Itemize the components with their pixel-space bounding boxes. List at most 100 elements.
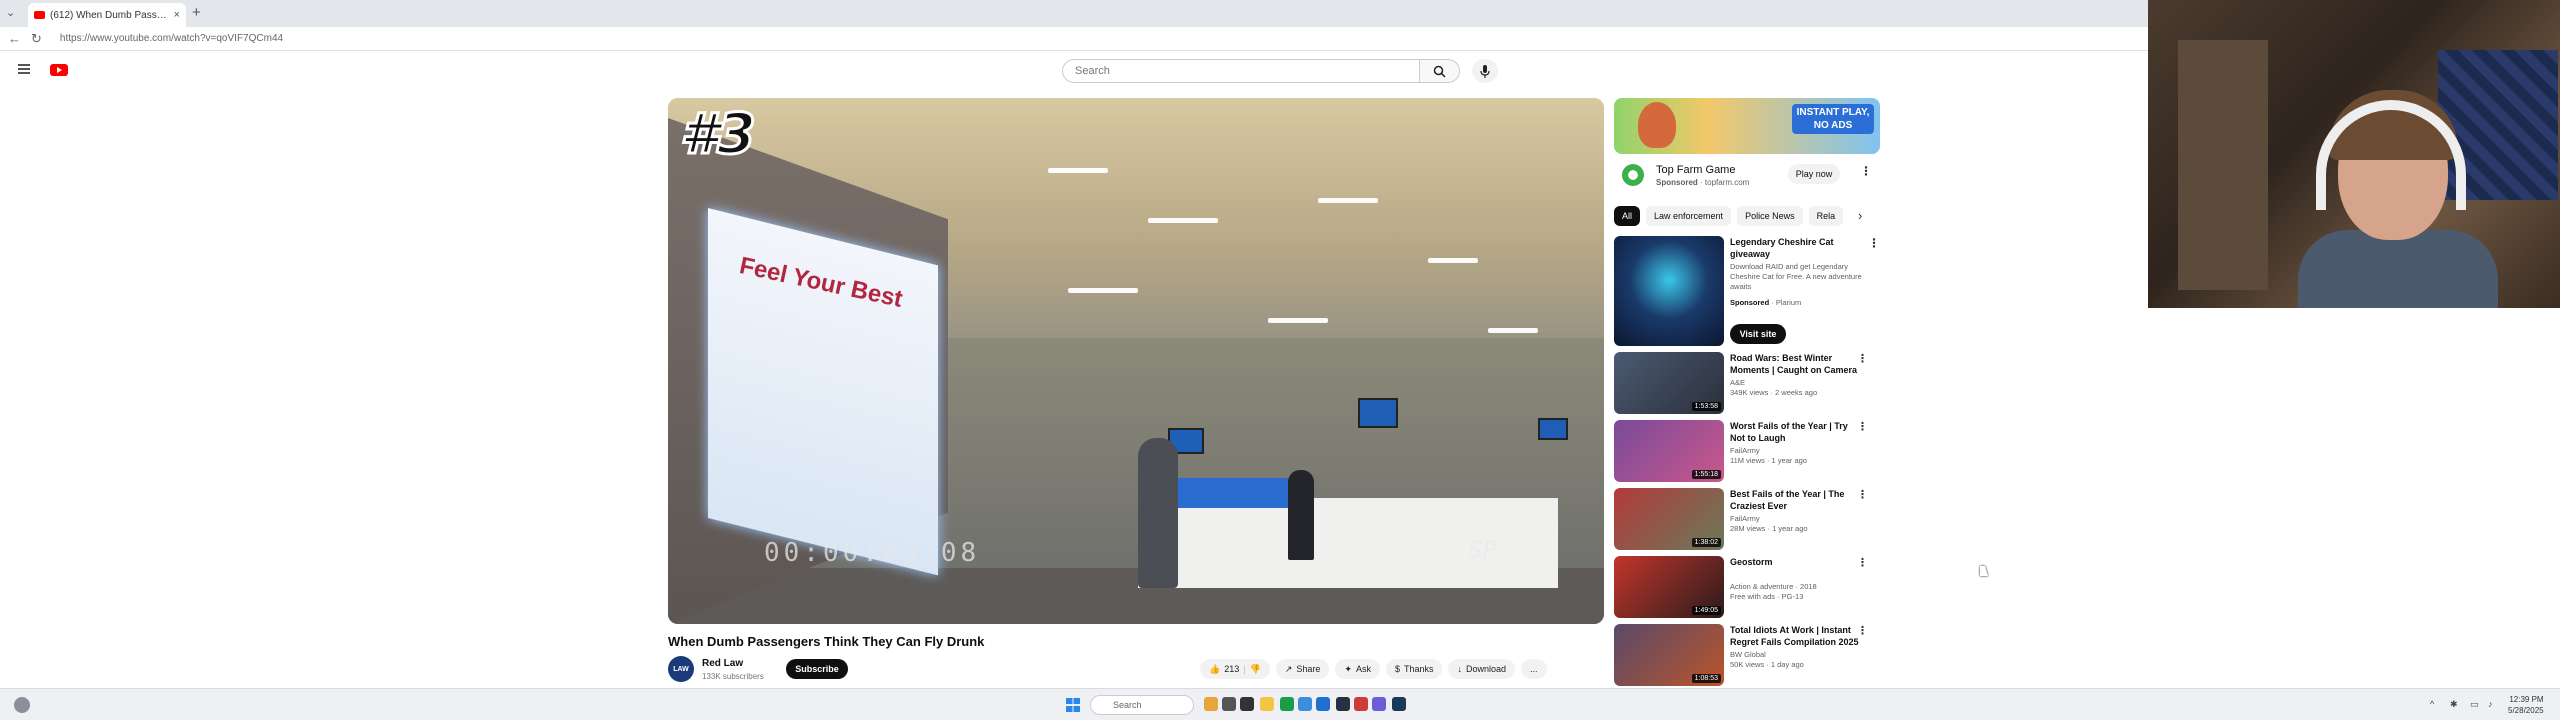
- ad-title[interactable]: Top Farm Game: [1656, 164, 1735, 176]
- filter-chips: All Law enforcement Police News Rela: [1614, 206, 1844, 226]
- recommendation-thumbnail[interactable]: 1:55:18: [1614, 420, 1724, 482]
- recommendation-more-icon[interactable]: ⋮: [1857, 420, 1868, 433]
- windows-start-icon[interactable]: [1066, 698, 1080, 712]
- video-player[interactable]: Feel Your Best #3 00:00:03:08 SP: [668, 98, 1604, 624]
- play-now-button[interactable]: Play now: [1788, 164, 1840, 184]
- video-duration: 1:38:02: [1691, 538, 1721, 547]
- video-frame-person: [1138, 438, 1178, 588]
- video-actions: 👍 213 | 👎 ↗ Share ✦ Ask $ Thanks ↓ Downl…: [1200, 659, 1547, 679]
- taskbar-search-input[interactable]: Search: [1090, 695, 1194, 715]
- video-frame-counter-panel: [1168, 478, 1288, 508]
- back-arrow-icon[interactable]: ←: [8, 31, 21, 46]
- recommendation-title[interactable]: Road Wars: Best Winter Moments | Caught …: [1730, 352, 1864, 376]
- channel-name[interactable]: Red Law: [702, 658, 743, 669]
- ad-more-icon[interactable]: ⋮: [1860, 164, 1872, 178]
- ad-promo-text: INSTANT PLAY, NO ADS: [1792, 104, 1874, 134]
- tab-close-icon[interactable]: ×: [174, 9, 180, 21]
- recommendation-title[interactable]: Best Fails of the Year | The Craziest Ev…: [1730, 488, 1864, 512]
- recommendation-item[interactable]: 1:53:58 Road Wars: Best Winter Moments |…: [1614, 352, 1884, 418]
- recommendation-item[interactable]: 1:38:02 Best Fails of the Year | The Cra…: [1614, 488, 1884, 554]
- task-view-icon[interactable]: [1222, 697, 1236, 711]
- like-count: 213: [1224, 664, 1240, 674]
- discord-app-icon[interactable]: [1372, 697, 1386, 711]
- search-button[interactable]: [1420, 59, 1460, 83]
- recommendation-thumbnail[interactable]: 1:49:05: [1614, 556, 1724, 618]
- webcam-person-body: [2298, 230, 2498, 308]
- ad-sponsor-line: Sponsored · topfarm.com: [1656, 178, 1750, 187]
- edge-browser-icon[interactable]: [1298, 697, 1312, 711]
- file-explorer-icon[interactable]: [1240, 697, 1254, 711]
- ad-app-icon[interactable]: [1622, 164, 1644, 186]
- thanks-button[interactable]: $ Thanks: [1385, 659, 1443, 679]
- steam-app-icon[interactable]: [1392, 697, 1406, 711]
- spotify-icon[interactable]: [1280, 697, 1294, 711]
- sponsored-title[interactable]: Legendary Cheshire Cat giveaway: [1730, 236, 1864, 260]
- thumbs-down-icon[interactable]: 👎: [1250, 664, 1261, 675]
- sponsored-description: Download RAID and get Legendary Cheshire…: [1730, 262, 1862, 291]
- sponsored-more-icon[interactable]: ⋮: [1868, 236, 1880, 250]
- recommendation-title[interactable]: Geostorm: [1730, 556, 1864, 568]
- recommendation-item[interactable]: 1:49:05 Geostorm Action & adventure · 20…: [1614, 556, 1884, 622]
- search-input[interactable]: Search: [1062, 59, 1420, 83]
- recommendation-thumbnail[interactable]: 1:38:02: [1614, 488, 1724, 550]
- weather-icon[interactable]: [14, 697, 30, 713]
- mouse-cursor-icon: [1980, 566, 1988, 576]
- tab-list-icon[interactable]: ⌄: [6, 6, 15, 19]
- url-field[interactable]: https://www.youtube.com/watch?v=qoVIF7QC…: [60, 33, 283, 44]
- ask-button[interactable]: ✦ Ask: [1335, 659, 1380, 679]
- chip-related[interactable]: Rela: [1808, 206, 1844, 226]
- recommendation-more-icon[interactable]: ⋮: [1857, 556, 1868, 569]
- ad-character-image: [1638, 102, 1676, 148]
- browser-tab[interactable]: (612) When Dumb Passengers Think They Ca…: [28, 3, 186, 27]
- video-duration: 1:08:53: [1691, 674, 1721, 683]
- recommendation-channel[interactable]: BW Global: [1730, 650, 1766, 659]
- store-app-icon[interactable]: [1336, 697, 1350, 711]
- like-button[interactable]: 👍 213 | 👎: [1200, 659, 1270, 679]
- recommendation-channel[interactable]: FailArmy: [1730, 446, 1760, 455]
- bluetooth-icon[interactable]: ✱: [2450, 699, 2458, 710]
- folder-icon[interactable]: [1260, 697, 1274, 711]
- visit-site-button[interactable]: Visit site: [1730, 324, 1786, 344]
- recommendation-thumbnail[interactable]: 1:08:53: [1614, 624, 1724, 686]
- download-button[interactable]: ↓ Download: [1448, 659, 1516, 679]
- recommendation-more-icon[interactable]: ⋮: [1857, 352, 1868, 365]
- share-button[interactable]: ↗ Share: [1275, 659, 1330, 679]
- recommendation-item[interactable]: 1:08:53 Total Idiots At Work | Instant R…: [1614, 624, 1884, 690]
- tab-title: (612) When Dumb Passengers Think They Ca…: [50, 9, 169, 21]
- search-icon: [1433, 65, 1446, 78]
- ad-banner-image[interactable]: INSTANT PLAY, NO ADS: [1614, 98, 1880, 154]
- sponsored-recommendation[interactable]: Legendary Cheshire Cat giveaway Download…: [1614, 236, 1884, 348]
- recommendation-channel[interactable]: FailArmy: [1730, 514, 1760, 523]
- youtube-logo-icon[interactable]: [50, 64, 68, 76]
- recommendation-item[interactable]: 1:55:18 Worst Fails of the Year | Try No…: [1614, 420, 1884, 486]
- chevron-right-icon[interactable]: ›: [1858, 208, 1862, 223]
- youtube-doodle[interactable]: [76, 64, 108, 78]
- download-icon: ↓: [1457, 664, 1462, 674]
- widgets-app-icon[interactable]: [1204, 697, 1218, 711]
- chip-police-news[interactable]: Police News: [1737, 206, 1803, 226]
- video-title: When Dumb Passengers Think They Can Fly …: [668, 634, 985, 649]
- channel-avatar[interactable]: LAW: [668, 656, 694, 682]
- more-actions-button[interactable]: ...: [1521, 659, 1547, 679]
- voice-search-button[interactable]: [1472, 59, 1498, 83]
- recommendation-channel[interactable]: Action & adventure · 2018: [1730, 582, 1817, 591]
- chrome-browser-icon[interactable]: [1316, 697, 1330, 711]
- recommendation-more-icon[interactable]: ⋮: [1857, 624, 1868, 637]
- volume-icon[interactable]: ♪: [2488, 699, 2493, 709]
- subscribe-button[interactable]: Subscribe: [786, 659, 848, 679]
- sponsored-thumbnail[interactable]: [1614, 236, 1724, 346]
- recommendation-more-icon[interactable]: ⋮: [1857, 488, 1868, 501]
- recommendation-thumbnail[interactable]: 1:53:58: [1614, 352, 1724, 414]
- recommendation-channel[interactable]: A&E: [1730, 378, 1745, 387]
- hamburger-menu-icon[interactable]: [18, 64, 30, 74]
- reload-icon[interactable]: ↻: [31, 31, 42, 47]
- taskbar-clock[interactable]: 12:39 PM 5/28/2025: [2508, 694, 2544, 716]
- recommendation-title[interactable]: Worst Fails of the Year | Try Not to Lau…: [1730, 420, 1864, 444]
- new-tab-button[interactable]: +: [192, 4, 201, 21]
- recommendation-title[interactable]: Total Idiots At Work | Instant Regret Fa…: [1730, 624, 1864, 648]
- chip-law-enforcement[interactable]: Law enforcement: [1646, 206, 1732, 226]
- chip-all[interactable]: All: [1614, 206, 1641, 226]
- tray-chevron-icon[interactable]: ^: [2430, 699, 2434, 709]
- network-icon[interactable]: ▭: [2470, 699, 2479, 710]
- obs-app-icon[interactable]: [1354, 697, 1368, 711]
